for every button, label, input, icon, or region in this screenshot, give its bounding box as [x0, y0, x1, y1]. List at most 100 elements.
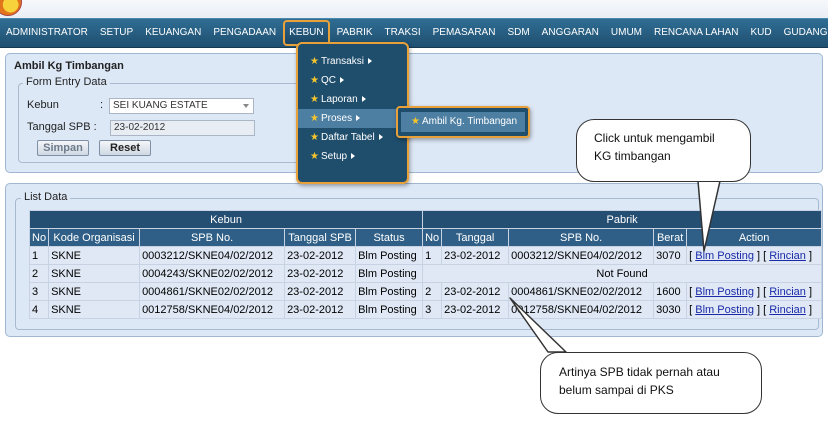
- submenu-item-ambil-kg-timbangan[interactable]: ★ Ambil Kg. Timbangan: [401, 112, 525, 132]
- proses-submenu: ★ Ambil Kg. Timbangan: [396, 106, 530, 138]
- menu-item-transaksi[interactable]: ★ Transaksi: [298, 52, 407, 71]
- cell-not-found: Not Found: [422, 264, 823, 283]
- tanggal-spb-label: Tanggal SPB :: [27, 121, 97, 133]
- arrow-right-icon: [361, 96, 366, 103]
- menu-item-laporan[interactable]: ★ Laporan: [298, 90, 407, 109]
- group-header-row: Kebun Pabrik: [28, 210, 823, 229]
- kebun-select[interactable]: SEI KUANG ESTATE: [109, 98, 254, 114]
- menu-item-daftar-tabel[interactable]: ★ Daftar Tabel: [298, 128, 407, 147]
- arrow-right-icon: [378, 134, 383, 141]
- cell-action: [ Blm Posting ] [ Rincian ]: [686, 300, 823, 319]
- cell-no: 1: [28, 246, 50, 265]
- reset-button[interactable]: Reset: [99, 140, 151, 156]
- cell-spb-no: 0012758/SKNE04/02/2012: [139, 300, 286, 319]
- blm-posting-link[interactable]: Blm Posting: [695, 250, 754, 262]
- menu-item-qc[interactable]: ★ QC: [298, 71, 407, 90]
- app-logo: [0, 0, 22, 16]
- kebun-select-value: SEI KUANG ESTATE: [113, 100, 208, 111]
- nav-item-sdm[interactable]: SDM: [501, 19, 535, 47]
- table-row: 1 SKNE 0003212/SKNE04/02/2012 23-02-2012 Blm…: [28, 246, 823, 265]
- star-icon: ★: [310, 94, 319, 105]
- nav-item-umum[interactable]: UMUM: [605, 19, 648, 47]
- star-icon: ★: [310, 56, 319, 67]
- cell-no: 2: [28, 264, 50, 283]
- cell-pabrik-no: 1: [422, 246, 443, 265]
- nav-item-kud[interactable]: KUD: [744, 19, 777, 47]
- cell-pabrik-tanggal: 23-02-2012: [441, 282, 510, 301]
- callout-1-line-1: Click untuk mengambil: [594, 131, 715, 145]
- page-title: Ambil Kg Timbangan: [14, 60, 124, 72]
- bracket-mid: ] [: [753, 249, 770, 262]
- table-row: 4 SKNE 0012758/SKNE04/02/2012 23-02-2012 Blm…: [28, 300, 823, 319]
- cell-pabrik-tanggal: 23-02-2012: [441, 300, 510, 319]
- cell-berat: 3030: [653, 300, 688, 319]
- menu-item-label: QC: [320, 75, 336, 86]
- callout-2-line-2: belum sampai di PKS: [559, 383, 674, 397]
- cell-status: Blm Posting: [355, 300, 424, 319]
- menu-item-label: Daftar Tabel: [320, 132, 375, 143]
- star-icon: ★: [411, 116, 420, 127]
- col-kode-organisasi-header: Kode Organisasi: [48, 228, 141, 247]
- tanggal-spb-field[interactable]: 23-02-2012: [110, 120, 255, 136]
- cell-pabrik-no: 3: [422, 300, 443, 319]
- callout-2-line-1: Artinya SPB tidak pernah atau: [559, 365, 720, 379]
- cell-tanggal-spb: 23-02-2012: [284, 282, 357, 301]
- nav-item-setup[interactable]: SETUP: [94, 19, 139, 47]
- pabrik-group-header: Pabrik: [422, 210, 823, 229]
- cell-pabrik-spb-no: 0012758/SKNE04/02/2012: [508, 300, 655, 319]
- cell-status: Blm Posting: [355, 264, 424, 283]
- col-no-header: No: [28, 228, 50, 247]
- main-nav: ADMINISTRATOR SETUP KEUANGAN PENGADAAN KEBUN…: [0, 18, 828, 48]
- nav-item-rencana-lahan[interactable]: RENCANA LAHAN: [648, 19, 744, 47]
- cell-status: Blm Posting: [355, 282, 424, 301]
- rincian-link[interactable]: Rincian: [769, 286, 806, 298]
- cell-kode-organisasi: SKNE: [48, 300, 141, 319]
- cell-pabrik-no: 2: [422, 282, 443, 301]
- arrow-right-icon: [356, 115, 361, 122]
- cell-action: [ Blm Posting ] [ Rincian ]: [686, 246, 823, 265]
- menu-item-proses[interactable]: ★ Proses: [298, 109, 407, 128]
- menu-item-setup[interactable]: ★ Setup: [298, 147, 407, 166]
- star-icon: ★: [310, 132, 319, 143]
- cell-kode-organisasi: SKNE: [48, 282, 141, 301]
- annotation-callout-2: Artinya SPB tidak pernah atau belum samp…: [540, 352, 762, 414]
- star-icon: ★: [310, 113, 319, 124]
- col-pabrik-spb-no-header: SPB No.: [508, 228, 655, 247]
- bracket-mid: ] [: [753, 285, 770, 298]
- list-data-legend: List Data: [21, 191, 71, 203]
- form-entry-legend: Form Entry Data: [23, 76, 110, 88]
- rincian-link[interactable]: Rincian: [769, 250, 806, 262]
- star-icon: ★: [310, 75, 319, 86]
- cell-berat: 3070: [653, 246, 688, 265]
- blm-posting-link[interactable]: Blm Posting: [695, 286, 754, 298]
- nav-item-keuangan[interactable]: KEUANGAN: [139, 19, 207, 47]
- blm-posting-link[interactable]: Blm Posting: [695, 304, 754, 316]
- nav-item-gudang[interactable]: GUDANG: [778, 19, 828, 47]
- arrow-right-icon: [351, 153, 356, 160]
- col-pabrik-tanggal-header: Tanggal: [441, 228, 510, 247]
- nav-item-pemasaran[interactable]: PEMASARAN: [427, 19, 502, 47]
- save-button[interactable]: Simpan: [37, 140, 89, 156]
- cell-pabrik-tanggal: 23-02-2012: [441, 246, 510, 265]
- form-entry-fieldset: Form Entry Data Kebun : SEI KUANG ESTATE…: [18, 76, 302, 163]
- menu-item-label: Setup: [320, 151, 348, 162]
- chevron-down-icon: [243, 104, 249, 108]
- cell-kode-organisasi: SKNE: [48, 246, 141, 265]
- arrow-right-icon: [367, 58, 372, 65]
- kebun-colon: :: [100, 99, 104, 111]
- cell-pabrik-spb-no: 0004861/SKNE02/02/2012: [508, 282, 655, 301]
- cell-spb-no: 0004861/SKNE02/02/2012: [139, 282, 286, 301]
- cell-spb-no: 0003212/SKNE04/02/2012: [139, 246, 286, 265]
- star-icon: ★: [310, 151, 319, 162]
- nav-item-pengadaan[interactable]: PENGADAAN: [207, 19, 282, 47]
- table-row: 2 SKNE 0004243/SKNE02/02/2012 23-02-2012 Blm…: [28, 264, 823, 283]
- nav-item-administrator[interactable]: ADMINISTRATOR: [0, 19, 94, 47]
- col-spb-no-header: SPB No.: [139, 228, 286, 247]
- rincian-link[interactable]: Rincian: [769, 304, 806, 316]
- column-header-row: No Kode Organisasi SPB No. Tanggal SPB Statu…: [28, 228, 823, 247]
- bracket-mid: ] [: [753, 303, 770, 316]
- top-strip: [0, 0, 828, 18]
- cell-pabrik-spb-no: 0003212/SKNE04/02/2012: [508, 246, 655, 265]
- kebun-dropdown-menu: ★ Transaksi ★ QC ★ Laporan ★ Proses ★ Daftar Tabe…: [296, 42, 409, 184]
- nav-item-anggaran[interactable]: ANGGARAN: [536, 19, 605, 47]
